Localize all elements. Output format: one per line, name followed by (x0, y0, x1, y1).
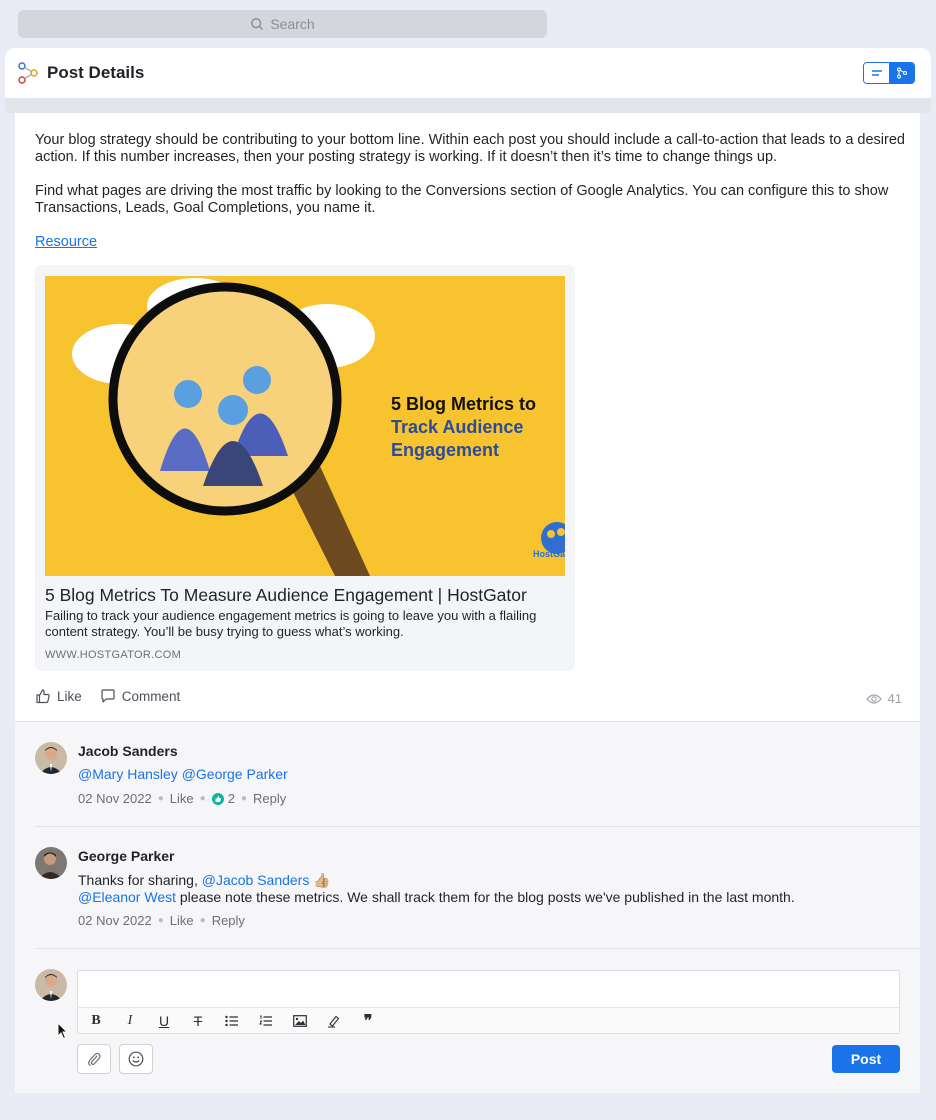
comment-text: @Mary Hansley @George Parker (78, 766, 288, 783)
list-view-button[interactable] (864, 63, 889, 83)
comment-meta: 02 Nov 2022 ● Like ● 2 ● Reply (78, 791, 286, 806)
comment-date: 02 Nov 2022 (78, 913, 152, 928)
link-preview-title[interactable]: 5 Blog Metrics To Measure Audience Engag… (45, 585, 527, 606)
separator-dot: ● (199, 793, 206, 804)
comment-editor[interactable]: B I U T ❞ (77, 970, 900, 1034)
image-headline-1: 5 Blog Metrics to (391, 394, 536, 414)
workflow-icon (18, 62, 38, 84)
views-number: 41 (887, 691, 902, 706)
link-preview-image: HostGator 5 Blog Metrics to Track Audien… (45, 276, 565, 576)
image-icon[interactable] (290, 1011, 310, 1031)
comment-text: Thanks for sharing, @Jacob Sanders 👍🏼 @E… (78, 872, 795, 906)
avatar (35, 847, 67, 879)
reaction-count[interactable]: 2 (211, 791, 235, 806)
mouse-cursor-icon (57, 1022, 69, 1040)
comment-author[interactable]: George Parker (78, 848, 175, 864)
lines-icon (871, 70, 882, 76)
thumbs-up-emoji: 👍🏼 (313, 872, 331, 888)
post-panel: Your blog strategy should be contributin… (15, 113, 920, 1093)
post-body: Your blog strategy should be contributin… (35, 132, 910, 234)
thumbs-up-reaction-icon (211, 792, 224, 805)
header-separator (5, 98, 931, 113)
comment-reply-button[interactable]: Reply (212, 913, 245, 928)
comment-like-button[interactable]: Like (170, 913, 194, 928)
image-brand: HostGator (533, 549, 565, 559)
mention-link[interactable]: @Eleanor West (78, 889, 176, 905)
thumbs-up-icon (36, 689, 50, 704)
comments-section: Jacob Sanders @Mary Hansley @George Park… (15, 721, 920, 1093)
post-actions: Like Comment (35, 688, 180, 704)
quote-icon[interactable]: ❞ (358, 1011, 378, 1031)
comment-icon (101, 689, 115, 703)
comment-divider (35, 826, 920, 827)
comment-text-part: please note these metrics. We shall trac… (176, 889, 795, 905)
resource-link[interactable]: Resource (35, 234, 97, 250)
avatar (35, 742, 67, 774)
search-input[interactable]: Search (18, 10, 547, 38)
link-preview-domain: WWW.HOSTGATOR.COM (45, 649, 182, 661)
comment-button[interactable]: Comment (100, 688, 181, 704)
comment-date: 02 Nov 2022 (78, 791, 152, 806)
format-toolbar: B I U T ❞ (78, 1007, 899, 1033)
link-preview-description: Failing to track your audience engagemen… (45, 608, 537, 639)
separator-dot: ● (199, 915, 206, 926)
comment-author[interactable]: Jacob Sanders (78, 743, 178, 759)
views-count: 41 (865, 691, 902, 706)
comment-divider (35, 948, 920, 949)
italic-icon[interactable]: I (120, 1011, 140, 1031)
bullet-list-icon[interactable] (222, 1011, 242, 1031)
post-paragraph: Your blog strategy should be contributin… (35, 132, 905, 165)
flow-icon (896, 67, 907, 79)
view-toggle[interactable] (863, 62, 915, 84)
mention-link[interactable]: @Jacob Sanders (202, 872, 310, 888)
paperclip-icon (88, 1052, 101, 1066)
comment-meta: 02 Nov 2022 ● Like ● Reply (78, 913, 245, 928)
like-button[interactable]: Like (35, 688, 82, 704)
comment-item: George Parker Thanks for sharing, @Jacob… (35, 847, 920, 937)
comment-text-part: Thanks for sharing, (78, 872, 202, 888)
emoji-button[interactable] (119, 1044, 153, 1074)
separator-dot: ● (157, 915, 164, 926)
smiley-icon (128, 1051, 144, 1067)
link-preview-card[interactable]: HostGator 5 Blog Metrics to Track Audien… (35, 265, 575, 671)
comment-input[interactable] (78, 971, 899, 1007)
underline-icon[interactable]: U (154, 1011, 174, 1031)
highlight-icon[interactable] (324, 1011, 344, 1031)
numbered-list-icon[interactable] (256, 1011, 276, 1031)
strikethrough-icon[interactable]: T (188, 1011, 208, 1031)
flow-view-button[interactable] (889, 63, 914, 83)
bold-icon[interactable]: B (86, 1011, 106, 1031)
image-headline-3: Engagement (391, 440, 499, 460)
search-icon (251, 18, 264, 31)
post-paragraph: Find what pages are driving the most tra… (35, 183, 889, 216)
separator-dot: ● (240, 793, 247, 804)
comment-reply-button[interactable]: Reply (253, 791, 286, 806)
mention-link[interactable]: @George Parker (182, 766, 288, 782)
like-label: Like (57, 688, 82, 704)
post-details-header: Post Details (5, 48, 931, 98)
comment-label: Comment (121, 688, 181, 704)
comment-like-button[interactable]: Like (170, 791, 194, 806)
page-title: Post Details (47, 63, 145, 82)
mention-link[interactable]: @Mary Hansley (78, 766, 178, 782)
separator-dot: ● (157, 793, 164, 804)
comment-item: Jacob Sanders @Mary Hansley @George Park… (35, 742, 920, 812)
avatar (35, 969, 67, 1001)
attach-button[interactable] (77, 1044, 111, 1074)
reaction-number: 2 (227, 791, 235, 806)
search-placeholder: Search (270, 16, 315, 32)
eye-icon (865, 693, 882, 704)
image-headline-2: Track Audience (391, 417, 523, 437)
post-button[interactable]: Post (832, 1045, 900, 1073)
